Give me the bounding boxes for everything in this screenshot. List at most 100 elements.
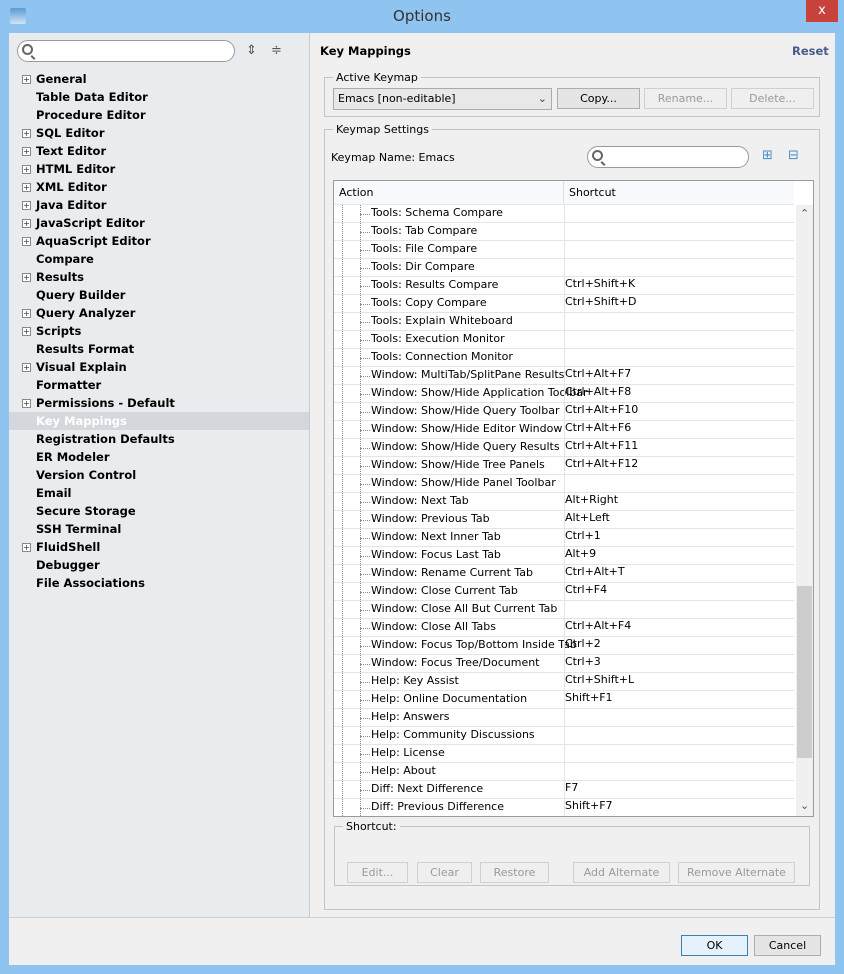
table-row[interactable]: Window: Show/Hide Editor Window Ctrl+Alt+… <box>334 421 794 439</box>
table-row[interactable]: Window: Close Current Tab Ctrl+F4 <box>334 583 794 601</box>
sidebar-item[interactable]: Email <box>9 484 309 502</box>
remove-alternate-button[interactable]: Remove Alternate <box>678 862 795 883</box>
table-row[interactable]: Window: Close All Tabs Ctrl+Alt+F4 <box>334 619 794 637</box>
table-row[interactable]: Window: Show/Hide Tree Panels Ctrl+Alt+F1… <box>334 457 794 475</box>
table-row[interactable]: Diff: Next Difference F7 <box>334 781 794 799</box>
sidebar-item[interactable]: Key Mappings <box>9 412 309 430</box>
column-header-shortcut[interactable]: Shortcut <box>564 181 794 205</box>
sidebar-item[interactable]: + Text Editor <box>9 142 309 160</box>
scroll-up-icon[interactable]: ⌃ <box>800 207 809 220</box>
expand-icon[interactable]: + <box>22 273 31 282</box>
copy-button[interactable]: Copy... <box>557 88 640 109</box>
sidebar-item[interactable]: + HTML Editor <box>9 160 309 178</box>
table-row[interactable]: Window: MultiTab/SplitPane Results Ctrl+A… <box>334 367 794 385</box>
keymap-select[interactable]: Emacs [non-editable] ⌄ <box>333 88 552 110</box>
sidebar-item[interactable]: + Scripts <box>9 322 309 340</box>
sidebar-item[interactable]: + SQL Editor <box>9 124 309 142</box>
expand-icon[interactable]: + <box>22 363 31 372</box>
table-row[interactable]: Tools: File Compare <box>334 241 794 259</box>
table-row[interactable]: Window: Rename Current Tab Ctrl+Alt+T <box>334 565 794 583</box>
cancel-button[interactable]: Cancel <box>754 935 821 956</box>
sidebar-item[interactable]: File Associations <box>9 574 309 592</box>
table-row[interactable]: Help: License <box>334 745 794 763</box>
rename-button[interactable]: Rename... <box>644 88 727 109</box>
sidebar-item[interactable]: + XML Editor <box>9 178 309 196</box>
sidebar-item[interactable]: + Results <box>9 268 309 286</box>
table-row[interactable]: Window: Show/Hide Application Toolbar Ctr… <box>334 385 794 403</box>
sidebar-search-input[interactable] <box>17 40 235 62</box>
scroll-down-icon[interactable]: ⌄ <box>800 799 809 812</box>
expand-icon[interactable]: + <box>22 399 31 408</box>
collapse-tree-icon[interactable]: ⊟ <box>788 148 799 163</box>
table-row[interactable]: Window: Show/Hide Panel Toolbar <box>334 475 794 493</box>
sidebar-item[interactable]: Secure Storage <box>9 502 309 520</box>
sidebar-item[interactable]: Debugger <box>9 556 309 574</box>
table-row[interactable]: Tools: Copy Compare Ctrl+Shift+D <box>334 295 794 313</box>
sidebar-item[interactable]: Table Data Editor <box>9 88 309 106</box>
add-alternate-button[interactable]: Add Alternate <box>573 862 670 883</box>
collapse-all-icon[interactable]: ≑ <box>271 43 282 58</box>
table-row[interactable]: Window: Focus Tree/Document Ctrl+3 <box>334 655 794 673</box>
expand-icon[interactable]: + <box>22 165 31 174</box>
scrollbar-thumb[interactable] <box>797 586 812 758</box>
sidebar-item[interactable]: + Permissions - Default <box>9 394 309 412</box>
sidebar-item[interactable]: + General <box>9 70 309 88</box>
reset-link[interactable]: Reset <box>792 44 829 58</box>
expand-tree-icon[interactable]: ⊞ <box>762 148 773 163</box>
expand-icon[interactable]: + <box>22 543 31 552</box>
table-row[interactable]: Window: Previous Tab Alt+Left <box>334 511 794 529</box>
table-row[interactable]: Tools: Tab Compare <box>334 223 794 241</box>
table-row[interactable]: Window: Close All But Current Tab <box>334 601 794 619</box>
sidebar-item[interactable]: Formatter <box>9 376 309 394</box>
expand-icon[interactable]: + <box>22 147 31 156</box>
sidebar-item[interactable]: + FluidShell <box>9 538 309 556</box>
sidebar-item[interactable]: Query Builder <box>9 286 309 304</box>
table-row[interactable]: Window: Show/Hide Query Toolbar Ctrl+Alt+… <box>334 403 794 421</box>
table-row[interactable]: Window: Focus Last Tab Alt+9 <box>334 547 794 565</box>
sidebar-item[interactable]: Procedure Editor <box>9 106 309 124</box>
table-row[interactable]: Tools: Schema Compare <box>334 205 794 223</box>
expand-icon[interactable]: + <box>22 219 31 228</box>
sidebar-item[interactable]: + JavaScript Editor <box>9 214 309 232</box>
sidebar-item[interactable]: ER Modeler <box>9 448 309 466</box>
table-row[interactable]: Tools: Results Compare Ctrl+Shift+K <box>334 277 794 295</box>
expand-icon[interactable]: + <box>22 201 31 210</box>
table-row[interactable]: Window: Next Tab Alt+Right <box>334 493 794 511</box>
table-row[interactable]: Tools: Connection Monitor <box>334 349 794 367</box>
table-row[interactable]: Help: Answers <box>334 709 794 727</box>
expand-icon[interactable]: + <box>22 183 31 192</box>
table-row[interactable]: Tools: Execution Monitor <box>334 331 794 349</box>
sidebar-item[interactable]: Registration Defaults <box>9 430 309 448</box>
expand-icon[interactable]: + <box>22 309 31 318</box>
expand-icon[interactable]: + <box>22 129 31 138</box>
expand-all-icon[interactable]: ⇕ <box>246 43 257 58</box>
table-row[interactable]: Window: Focus Top/Bottom Inside Tab Ctrl+… <box>334 637 794 655</box>
sidebar-item[interactable]: + Query Analyzer <box>9 304 309 322</box>
sidebar-item[interactable]: Results Format <box>9 340 309 358</box>
table-scrollbar[interactable]: ⌃ ⌄ <box>796 205 813 816</box>
expand-icon[interactable]: + <box>22 75 31 84</box>
keymap-search-input[interactable] <box>587 146 749 168</box>
sidebar-item[interactable]: Version Control <box>9 466 309 484</box>
table-row[interactable]: Tools: Dir Compare <box>334 259 794 277</box>
sidebar-item[interactable]: + Visual Explain <box>9 358 309 376</box>
clear-button[interactable]: Clear <box>417 862 472 883</box>
delete-button[interactable]: Delete... <box>731 88 814 109</box>
sidebar-item[interactable]: + Java Editor <box>9 196 309 214</box>
expand-icon[interactable]: + <box>22 327 31 336</box>
edit-button[interactable]: Edit... <box>347 862 408 883</box>
table-row[interactable]: Help: Community Discussions <box>334 727 794 745</box>
expand-icon[interactable]: + <box>22 237 31 246</box>
restore-button[interactable]: Restore <box>480 862 549 883</box>
table-row[interactable]: Help: About <box>334 763 794 781</box>
sidebar-item[interactable]: Compare <box>9 250 309 268</box>
close-button[interactable]: x <box>806 0 838 22</box>
ok-button[interactable]: OK <box>681 935 748 956</box>
sidebar-item[interactable]: SSH Terminal <box>9 520 309 538</box>
column-header-action[interactable]: Action <box>334 181 564 205</box>
table-row[interactable]: Help: Key Assist Ctrl+Shift+L <box>334 673 794 691</box>
table-row[interactable]: Window: Next Inner Tab Ctrl+1 <box>334 529 794 547</box>
sidebar-item[interactable]: + AquaScript Editor <box>9 232 309 250</box>
table-row[interactable]: Diff: Previous Difference Shift+F7 <box>334 799 794 816</box>
table-row[interactable]: Help: Online Documentation Shift+F1 <box>334 691 794 709</box>
